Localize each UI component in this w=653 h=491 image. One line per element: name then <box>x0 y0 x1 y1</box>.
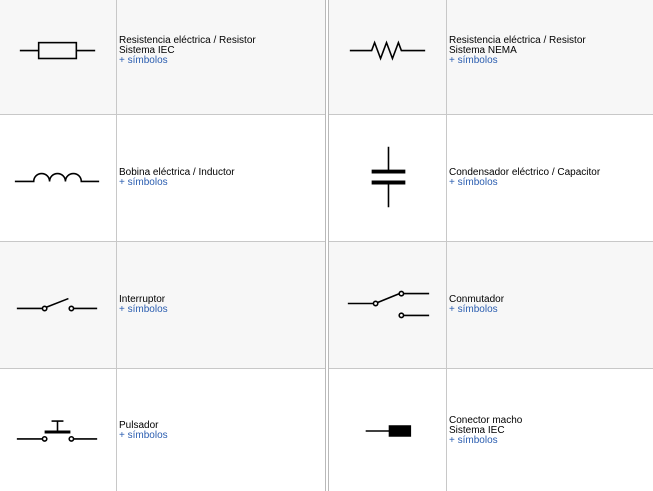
symbol-description: Interruptor + símbolos <box>119 295 168 315</box>
symbol-description: Resistencia eléctrica / Resistor Sistema… <box>119 36 256 66</box>
table-row: Condensador eléctrico / Capacitor + símb… <box>329 115 653 242</box>
more-symbols-link[interactable]: + símbolos <box>449 56 586 66</box>
symbol-description: Pulsador + símbolos <box>119 421 168 441</box>
male-connector-icon <box>329 369 447 491</box>
more-symbols-link[interactable]: + símbolos <box>119 56 256 66</box>
more-symbols-link[interactable]: + símbolos <box>119 431 168 441</box>
symbol-column-left: Resistencia eléctrica / Resistor Sistema… <box>0 0 325 491</box>
symbol-description: Resistencia eléctrica / Resistor Sistema… <box>449 36 586 66</box>
changeover-switch-icon <box>329 242 447 368</box>
table-row: Interruptor + símbolos <box>0 242 325 369</box>
table-row: Conector macho Sistema IEC + símbolos <box>329 369 653 491</box>
push-button-icon <box>0 369 117 491</box>
symbol-description: Bobina eléctrica / Inductor + símbolos <box>119 168 235 188</box>
resistor-nema-icon <box>329 0 447 114</box>
more-symbols-link[interactable]: + símbolos <box>449 436 522 446</box>
symbol-column-right: Resistencia eléctrica / Resistor Sistema… <box>329 0 653 491</box>
symbol-description: Condensador eléctrico / Capacitor + símb… <box>449 168 600 188</box>
table-row: Conmutador + símbolos <box>329 242 653 369</box>
more-symbols-link[interactable]: + símbolos <box>449 305 504 315</box>
resistor-iec-icon <box>0 0 117 114</box>
more-symbols-link[interactable]: + símbolos <box>119 305 168 315</box>
table-row: Bobina eléctrica / Inductor + símbolos <box>0 115 325 242</box>
more-symbols-link[interactable]: + símbolos <box>449 178 600 188</box>
more-symbols-link[interactable]: + símbolos <box>119 178 235 188</box>
capacitor-icon <box>329 115 447 241</box>
table-row: Pulsador + símbolos <box>0 369 325 491</box>
symbol-description: Conector macho Sistema IEC + símbolos <box>449 416 522 446</box>
inductor-icon <box>0 115 117 241</box>
symbol-table: Resistencia eléctrica / Resistor Sistema… <box>0 0 653 491</box>
switch-icon <box>0 242 117 368</box>
table-row: Resistencia eléctrica / Resistor Sistema… <box>329 0 653 115</box>
symbol-description: Conmutador + símbolos <box>449 295 504 315</box>
table-row: Resistencia eléctrica / Resistor Sistema… <box>0 0 325 115</box>
